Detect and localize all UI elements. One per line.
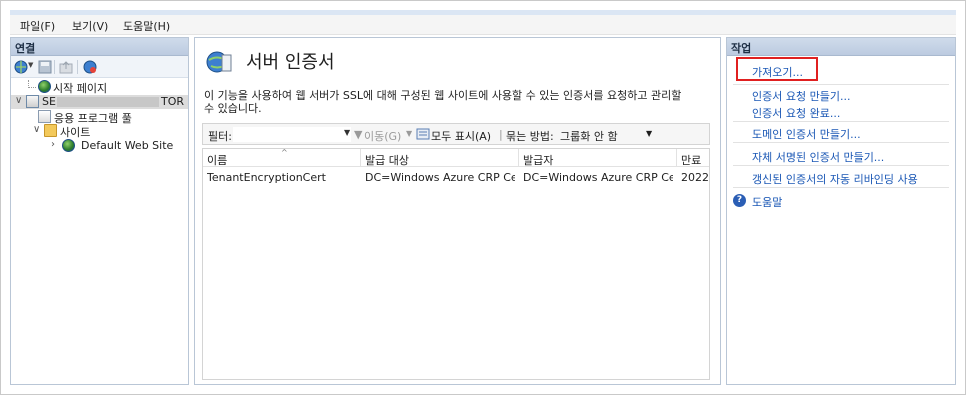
tree-line <box>28 80 36 88</box>
redacted-server-name <box>57 97 159 107</box>
import-action[interactable]: 가져오기... <box>752 64 803 80</box>
table-row[interactable]: TenantEncryptionCert DC=Windows Azure CR… <box>203 168 709 186</box>
cell-issued-to: DC=Windows Azure CRP Cer... <box>365 171 515 184</box>
connections-header: 연결 <box>11 38 188 56</box>
go-button[interactable]: 이동(G) <box>364 128 401 144</box>
filter-bar: 필터: ▼ ▼ 이동(G) ▼ 모두 표시(A) | 묶는 방법: 그룹화 안 … <box>202 123 710 145</box>
menu-file[interactable]: 파일(F) <box>20 18 55 34</box>
default-site-label: Default Web Site <box>81 139 174 152</box>
page-description: 이 기능을 사용하여 웹 서버가 SSL에 대해 구성된 웹 사이트에 사용할 … <box>204 89 709 115</box>
server-label-suffix: TOR <box>161 95 185 108</box>
actions-divider <box>733 84 949 85</box>
cell-name: TenantEncryptionCert <box>207 171 326 184</box>
group-by-dropdown-icon[interactable]: ▼ <box>646 129 652 138</box>
certificates-list: 이름 ^ 발급 대상 발급자 만료 TenantEncryptionCert DC… <box>202 148 710 380</box>
save-icon[interactable] <box>38 60 52 74</box>
cell-expires: 2022 <box>681 171 709 184</box>
connect-dropdown-icon[interactable]: ▼ <box>28 61 33 69</box>
help-icon[interactable]: ? <box>733 194 746 207</box>
auto-rebind-action[interactable]: 갱신된 인증서의 자동 리바인딩 사용 <box>752 171 918 187</box>
menu-bar: 파일(F) 보기(V) 도움말(H) <box>10 15 956 35</box>
column-expires[interactable]: 만료 <box>677 149 709 167</box>
menu-help[interactable]: 도움말(H) <box>123 18 170 34</box>
collapse-chevron-icon[interactable]: ∨ <box>15 95 22 106</box>
start-page-icon <box>38 80 51 93</box>
help-action[interactable]: 도움말 <box>752 194 782 210</box>
actions-divider-3 <box>733 142 949 143</box>
sites-label: 사이트 <box>60 126 91 139</box>
server-icon <box>26 95 39 108</box>
tree-item-sites[interactable]: ∨ 사이트 <box>11 124 188 139</box>
filter-dropdown-icon[interactable]: ▼ <box>344 128 350 137</box>
group-by-label: 묶는 방법: <box>506 130 554 143</box>
server-certificates-pane: 서버 인증서 이 기능을 사용하여 웹 서버가 SSL에 대해 구성된 웹 사이… <box>194 37 721 385</box>
column-name[interactable]: 이름 ^ <box>203 149 361 167</box>
create-self-signed-action[interactable]: 자체 서명된 인증서 만들기... <box>752 149 884 165</box>
tree-item-default-site[interactable]: › Default Web Site <box>11 139 188 153</box>
cell-issuer: DC=Windows Azure CRP Cer... <box>523 171 673 184</box>
show-all-icon <box>416 128 430 143</box>
go-funnel-icon: ▼ <box>354 128 363 141</box>
description-line-1: 이 기능을 사용하여 웹 서버가 SSL에 대해 구성된 웹 사이트에 사용할 … <box>204 89 682 102</box>
sites-chevron-icon[interactable]: ∨ <box>33 124 40 135</box>
server-label: SE <box>42 95 56 108</box>
toolbar-divider <box>54 60 55 74</box>
actions-divider-2 <box>733 121 949 122</box>
actions-header: 작업 <box>727 38 955 56</box>
filter-label: 필터: <box>208 130 232 143</box>
group-by-select[interactable]: 그룹화 안 함 <box>560 128 618 144</box>
default-site-chevron-icon[interactable]: › <box>51 139 55 150</box>
column-issuer[interactable]: 발급자 <box>519 149 677 167</box>
page-title: 서버 인증서 <box>246 52 335 73</box>
list-header: 이름 ^ 발급 대상 발급자 만료 <box>203 149 709 167</box>
start-page-label: 시작 페이지 <box>53 82 108 95</box>
toolbar-divider-2 <box>77 60 78 74</box>
tree-item-start-page[interactable]: 시작 페이지 <box>16 80 186 95</box>
tree-item-app-pools[interactable]: 응용 프로그램 풀 <box>11 110 188 125</box>
actions-divider-4 <box>733 165 949 166</box>
up-folder-icon[interactable] <box>59 60 73 74</box>
filter-input[interactable] <box>233 127 351 142</box>
actions-divider-5 <box>733 187 949 188</box>
show-all-button[interactable]: 모두 표시(A) <box>431 128 491 144</box>
go-dropdown-icon[interactable]: ▼ <box>406 129 412 138</box>
refresh-connections-icon[interactable] <box>83 60 97 74</box>
column-name-label: 이름 <box>207 154 228 167</box>
app-pool-icon <box>38 110 51 123</box>
menu-view[interactable]: 보기(V) <box>72 18 108 34</box>
sites-folder-icon <box>44 124 57 137</box>
column-issued-to[interactable]: 발급 대상 <box>361 149 519 167</box>
create-domain-cert-action[interactable]: 도메인 인증서 만들기... <box>752 126 861 142</box>
filter-separator: | <box>499 128 503 141</box>
server-certificates-icon <box>205 49 233 75</box>
description-line-2: 수 있습니다. <box>204 102 262 115</box>
website-globe-icon <box>62 139 75 152</box>
create-request-action[interactable]: 인증서 요청 만들기... <box>752 88 850 104</box>
sort-ascending-icon: ^ <box>281 149 288 157</box>
complete-request-action[interactable]: 인증서 요청 완료... <box>752 105 840 121</box>
actions-pane: 작업 가져오기... 인증서 요청 만들기... 인증서 요청 완료... 도메… <box>726 37 956 385</box>
tree-item-server[interactable]: ∨ SE TOR <box>11 95 188 109</box>
connections-pane: 연결 ▼ 시작 페이지 ∨ SE TOR 응용 프로그램 풀 ∨ 사이트 › D… <box>10 37 189 385</box>
connections-toolbar: ▼ <box>11 56 188 78</box>
connect-globe-icon[interactable] <box>14 60 28 74</box>
